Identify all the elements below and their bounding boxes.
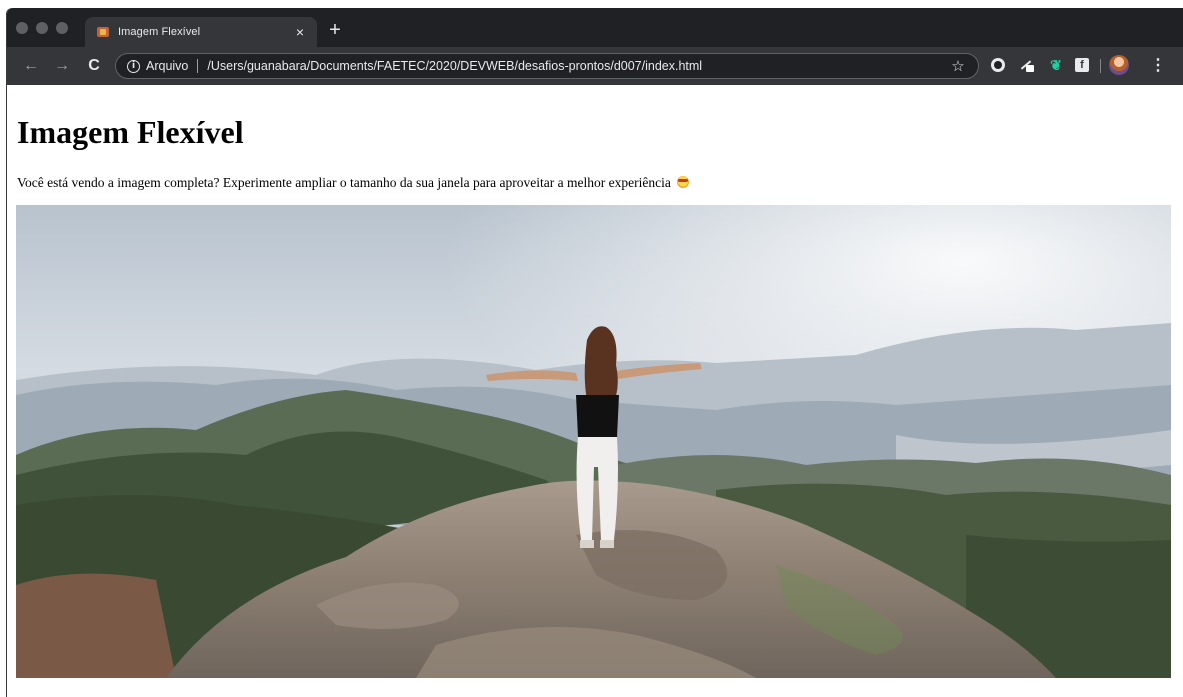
profile-avatar[interactable] <box>1109 55 1129 75</box>
tab-imagem-flexivel[interactable]: Imagem Flexível × <box>85 17 317 47</box>
maximize-window-icon[interactable] <box>56 22 68 34</box>
close-tab-icon[interactable]: × <box>291 23 309 41</box>
forward-button[interactable]: → <box>52 56 72 76</box>
menu-kebab-icon[interactable]: ⋮ <box>1150 56 1166 76</box>
bookmark-star-icon[interactable]: ☆ <box>948 56 968 76</box>
new-tab-button[interactable]: + <box>325 20 345 40</box>
scheme-label: Arquivo <box>146 59 189 73</box>
tab-strip: Imagem Flexível × + <box>7 8 1183 47</box>
hero-mountain-image <box>16 205 1171 678</box>
html5-favicon-icon <box>97 27 109 37</box>
browser-toolbar: ← → C i Arquivo /Users/guanabara/Documen… <box>7 47 1183 85</box>
browser-window: Imagem Flexível × + ← → C i Arquivo /Use… <box>7 8 1183 697</box>
tab-title: Imagem Flexível <box>118 26 201 38</box>
shield-icon[interactable] <box>991 58 1005 72</box>
back-button[interactable]: ← <box>21 56 41 76</box>
leaf-icon[interactable]: ❦ <box>1049 58 1063 72</box>
info-icon[interactable]: i <box>127 59 140 73</box>
address-bar[interactable]: i Arquivo /Users/guanabara/Documents/FAE… <box>115 53 979 79</box>
pen-icon[interactable] <box>1020 58 1034 72</box>
mountain-photo-illustration <box>16 205 1171 678</box>
page-title: Imagem Flexível <box>17 114 244 150</box>
address-divider <box>197 59 199 73</box>
reload-button[interactable]: C <box>84 56 104 76</box>
url-text[interactable]: /Users/guanabara/Documents/FAETEC/2020/D… <box>207 59 948 73</box>
toolbar-divider <box>1100 59 1101 73</box>
close-window-icon[interactable] <box>16 22 28 34</box>
facebook-icon[interactable]: f <box>1075 58 1089 72</box>
intro-paragraph: Você está vendo a imagem completa? Exper… <box>17 175 690 191</box>
star-struck-emoji-icon <box>677 176 690 188</box>
minimize-window-icon[interactable] <box>36 22 48 34</box>
page-content: Imagem Flexível Você está vendo a imagem… <box>7 85 1183 697</box>
intro-text: Você está vendo a imagem completa? Exper… <box>17 175 671 190</box>
